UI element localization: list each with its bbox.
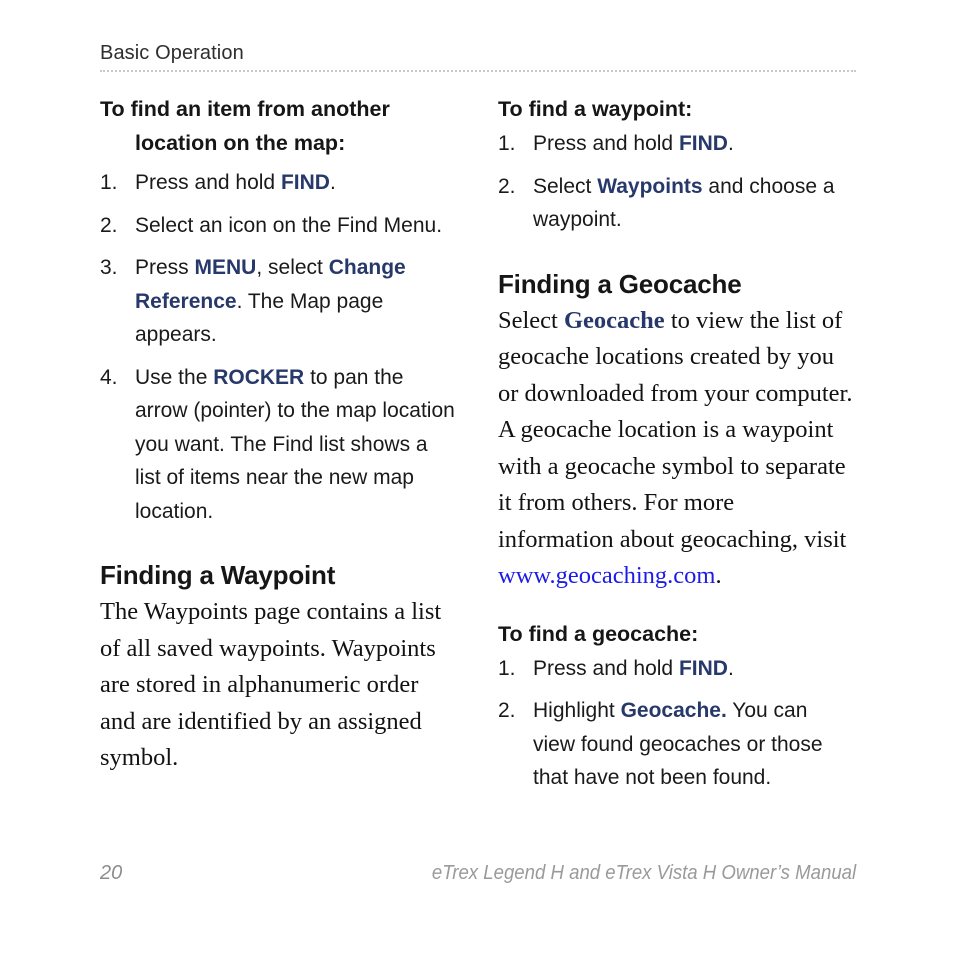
step-text: Highlight Geocache. You can view found g…: [533, 699, 823, 789]
step-text: Select Waypoints and choose a waypoint.: [533, 175, 835, 232]
step-text: Press and hold FIND.: [533, 132, 734, 155]
external-link[interactable]: www.geocaching.com: [498, 562, 715, 589]
right-column: To find a waypoint: 1. Press and hold FIN…: [498, 92, 854, 795]
step-number: 2.: [100, 213, 118, 237]
step-number: 3.: [100, 256, 118, 279]
numbered-step: 1. Press and hold FIND.: [100, 166, 456, 200]
header-divider: [100, 70, 856, 72]
page-number: 20: [100, 862, 123, 884]
step-number: 1.: [100, 171, 118, 194]
step-text: Use the ROCKER to pan the arrow (pointer…: [135, 366, 455, 523]
numbered-step: 1. Press and hold FIND.: [498, 127, 854, 161]
text-run: Select: [498, 306, 564, 334]
key-term: Geocache: [564, 306, 665, 334]
text-run: Select an icon on the Find Menu.: [135, 213, 443, 237]
section-body-finding-geocache: Select Geocache to view the list of geoc…: [498, 303, 854, 595]
numbered-step: 3. Press MENU, select Change Reference. T…: [100, 251, 456, 352]
body-columns: To find an item from another location on…: [0, 92, 954, 852]
numbered-step: 4. Use the ROCKER to pan the arrow (point…: [100, 361, 456, 529]
numbered-step: 2. Highlight Geocache. You can view found…: [498, 694, 854, 795]
footer-manual-title: eTrex Legend H and eTrex Vista H Owner’s…: [431, 862, 856, 884]
steps-find-waypoint: 1. Press and hold FIND. 2. Select Waypoints…: [498, 127, 854, 237]
text-run: to pan the arrow (pointer) to the map lo…: [135, 365, 455, 523]
key-term: FIND: [678, 132, 728, 155]
numbered-step: 1. Press and hold FIND.: [498, 652, 854, 686]
numbered-step: 2. Select an icon on the Find Menu.: [100, 209, 456, 243]
key-term: Geocache.: [620, 699, 727, 722]
step-number: 1.: [498, 132, 516, 155]
text-run: .: [329, 171, 336, 194]
procedure-heading-find-item: To find an item from another location on…: [100, 97, 390, 155]
step-text: Press and hold FIND.: [135, 171, 336, 194]
key-term: FIND: [280, 171, 330, 194]
text-run: .: [715, 562, 722, 589]
text-run: .: [727, 656, 734, 680]
step-number: 4.: [100, 365, 118, 389]
step-number: 1.: [498, 656, 516, 680]
procedure-heading-find-waypoint: To find a waypoint:: [498, 97, 693, 121]
steps-find-item: 1. Press and hold FIND. 2. Select an icon o…: [100, 166, 456, 528]
manual-page: Basic Operation To find an item from ano…: [0, 0, 954, 954]
step-number: 2.: [498, 174, 516, 198]
running-header: Basic Operation: [100, 41, 856, 65]
procedure-heading-find-geocache: To find a geocache:: [498, 621, 699, 646]
step-text: Press and hold FIND.: [533, 657, 734, 680]
running-header-text: Basic Operation: [100, 42, 244, 64]
left-column: To find an item from another location on…: [100, 92, 456, 777]
text-run: Press: [135, 256, 195, 279]
key-term: Waypoints: [597, 174, 703, 198]
step-text: Press MENU, select Change Reference. The…: [135, 256, 406, 346]
text-run: , select: [256, 256, 329, 279]
step-number: 2.: [498, 699, 516, 722]
section-body-finding-waypoint: The Waypoints page contains a list of al…: [100, 598, 442, 771]
key-term: ROCKER: [213, 365, 305, 389]
text-run: Press and hold: [533, 656, 679, 680]
text-run: Press and hold: [135, 171, 281, 194]
text-run: Highlight: [533, 699, 621, 722]
step-text: Select an icon on the Find Menu.: [135, 214, 442, 237]
text-run: Use the: [135, 365, 214, 389]
numbered-step: 2. Select Waypoints and choose a waypoint…: [498, 170, 854, 237]
section-heading-finding-waypoint: Finding a Waypoint: [100, 560, 336, 590]
text-run: to view the list of geocache locations c…: [498, 306, 853, 553]
text-run: .: [727, 132, 734, 155]
page-footer: 20 eTrex Legend H and eTrex Vista H Owne…: [100, 862, 856, 892]
key-term: MENU: [194, 256, 257, 279]
text-run: Press and hold: [533, 132, 679, 155]
key-term: FIND: [678, 656, 728, 680]
text-run: Select: [533, 174, 598, 198]
section-heading-finding-geocache: Finding a Geocache: [498, 268, 742, 299]
steps-find-geocache: 1. Press and hold FIND. 2. Highlight Geocac…: [498, 652, 854, 795]
